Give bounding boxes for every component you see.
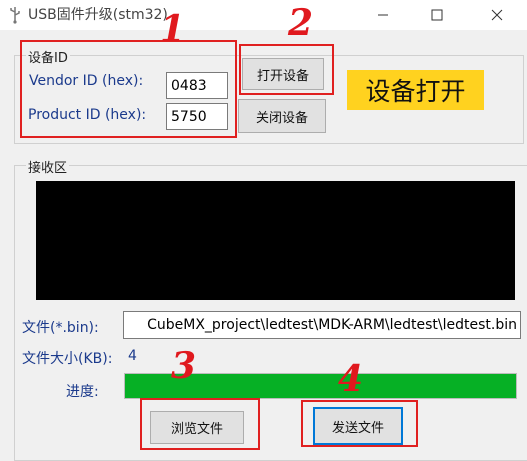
close-icon — [491, 9, 503, 21]
usb-icon — [10, 7, 20, 24]
file-path-input[interactable]: CubeMX_project\ledtest\MDK-ARM\ledtest\l… — [123, 311, 521, 339]
annotation-box-1 — [20, 40, 237, 138]
annotation-box-2 — [239, 44, 334, 95]
maximize-button[interactable] — [414, 0, 460, 30]
close-button[interactable] — [474, 0, 520, 30]
file-path-label: 文件(*.bin): — [22, 320, 99, 336]
file-size-value: 4 — [128, 348, 137, 364]
window-title: USB固件升级(stm32) — [28, 7, 168, 23]
minimize-button[interactable] — [360, 0, 406, 30]
annotation-number-3: 3 — [171, 345, 197, 387]
progress-label: 进度: — [66, 384, 99, 400]
close-device-button[interactable]: 关闭设备 — [238, 99, 326, 133]
receive-group-label: 接收区 — [26, 157, 70, 176]
annotation-number-1: 1 — [160, 8, 186, 50]
annotation-box-3 — [140, 398, 260, 450]
file-size-label: 文件大小(KB): — [22, 351, 113, 367]
device-status-badge: 设备打开 — [347, 70, 484, 110]
receive-output-area[interactable] — [36, 181, 515, 300]
annotation-box-4 — [301, 400, 418, 447]
minimize-icon — [378, 14, 388, 16]
maximize-icon — [431, 9, 443, 21]
annotation-number-2: 2 — [288, 2, 314, 44]
annotation-number-4: 4 — [338, 358, 364, 400]
